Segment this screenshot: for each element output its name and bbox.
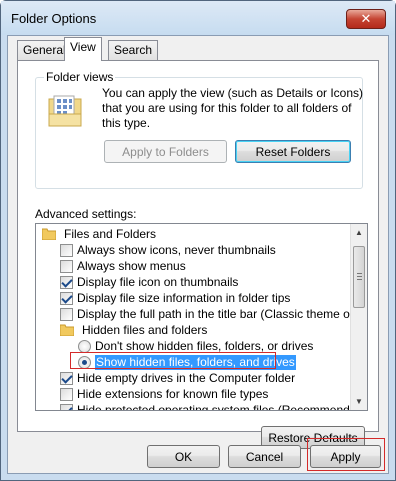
checkbox[interactable] <box>60 387 73 401</box>
advanced-settings-list[interactable]: Files and Folders Always show icons, nev… <box>35 223 368 411</box>
tab-view[interactable]: View <box>64 37 102 61</box>
checkbox-checked[interactable] <box>60 275 73 289</box>
folder-icon <box>42 228 56 240</box>
list-item[interactable]: Always show icons, never thumbnails <box>60 242 276 258</box>
close-button[interactable]: ✕ <box>346 9 386 29</box>
window-title: Folder Options <box>11 11 97 26</box>
checkbox[interactable] <box>60 259 73 273</box>
dialog-client-area: General View Search Folder views You can… <box>7 35 389 474</box>
advanced-settings-label: Advanced settings: <box>35 207 137 221</box>
ok-button[interactable]: OK <box>147 445 220 468</box>
title-bar[interactable]: Folder Options ✕ <box>1 1 395 35</box>
checkbox-checked[interactable] <box>60 291 73 305</box>
folder-views-group: Folder views You can apply the view (suc… <box>35 70 364 189</box>
folder-views-label: Folder views <box>44 70 116 84</box>
checkbox-checked[interactable] <box>60 403 73 410</box>
scroll-thumb[interactable] <box>353 246 365 308</box>
radio-button[interactable] <box>78 339 91 353</box>
folder-views-description: You can apply the view (such as Details … <box>102 86 364 130</box>
list-item[interactable]: Hide empty drives in the Computer folder <box>60 370 295 386</box>
checkbox[interactable] <box>60 243 73 257</box>
close-icon: ✕ <box>360 11 372 26</box>
list-item[interactable]: Display file size information in folder … <box>60 290 290 306</box>
scroll-up-icon[interactable]: ▲ <box>351 224 367 241</box>
list-item-files-and-folders: Files and Folders <box>42 226 156 242</box>
reset-folders-button[interactable]: Reset Folders <box>235 140 351 163</box>
folder-options-window: Folder Options ✕ General View Search Fol… <box>0 0 396 481</box>
list-item-hidden-files-and-folders: Hidden files and folders <box>60 322 207 338</box>
view-tab-panel: Folder views You can apply the view (suc… <box>17 60 379 449</box>
folder-view-icon <box>48 95 82 127</box>
cancel-button[interactable]: Cancel <box>228 445 301 468</box>
list-item[interactable]: Always show menus <box>60 258 186 274</box>
vertical-scrollbar[interactable]: ▲ ▼ <box>350 224 367 410</box>
list-item[interactable]: Display file icon on thumbnails <box>60 274 238 290</box>
checkbox-checked[interactable] <box>60 371 73 385</box>
checkbox[interactable] <box>60 307 73 321</box>
scroll-down-icon[interactable]: ▼ <box>351 393 367 410</box>
list-item[interactable]: Hide extensions for known file types <box>60 386 268 402</box>
apply-to-folders-button[interactable]: Apply to Folders <box>104 140 227 163</box>
apply-highlight-annotation <box>307 438 385 471</box>
list-item[interactable]: Hide protected operating system files (R… <box>60 402 367 410</box>
tab-search[interactable]: Search <box>108 40 159 60</box>
list-item[interactable]: Display the full path in the title bar (… <box>60 306 367 322</box>
folder-icon <box>60 324 74 336</box>
highlight-annotation <box>70 352 276 369</box>
